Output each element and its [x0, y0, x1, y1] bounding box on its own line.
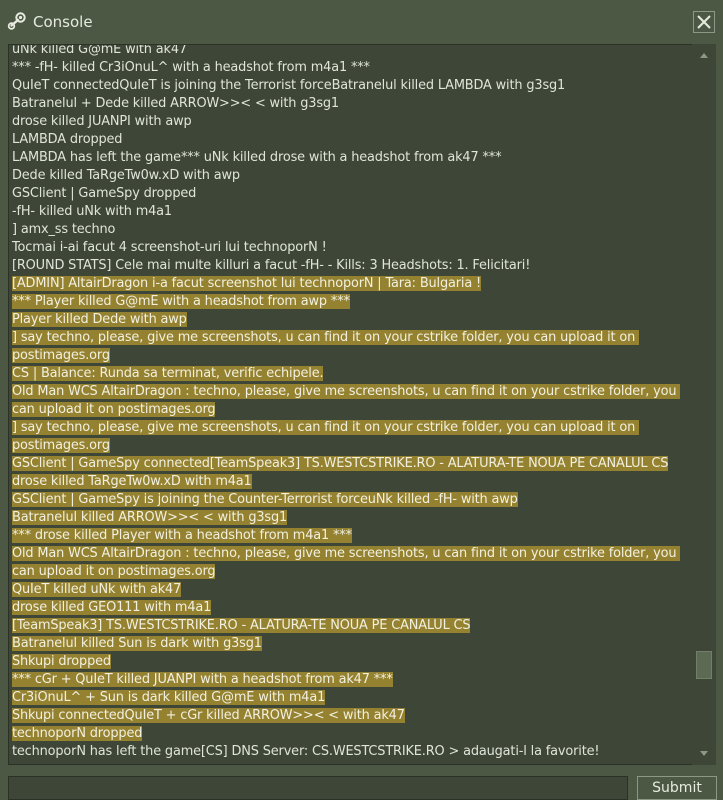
submit-button[interactable]: Submit: [637, 776, 717, 800]
log-line-text: Shkupi connectedQuIeT + cGr killed ARROW…: [12, 708, 405, 723]
window-title: Console: [33, 13, 93, 31]
log-line: CS | Balance: Runda sa terminat, verific…: [12, 365, 692, 383]
log-line-text: drose killed GEO111 with m4a1: [12, 600, 212, 615]
scroll-thumb[interactable]: [696, 651, 712, 679]
close-icon: [697, 15, 711, 29]
log-line-text: ] amx_ss techno: [12, 222, 116, 237]
log-line-text: drose killed TaRgeTw0w.xD with m4a1: [12, 474, 252, 489]
log-line: drose killed GEO111 with m4a1: [12, 599, 692, 617]
log-line: GSClient | GameSpy connected[TeamSpeak3]…: [12, 455, 692, 473]
log-line: *** -fH- killed Cr3iOnuL^ with a headsho…: [12, 59, 692, 77]
console-log-lines: uNk killed G@mE with ak47 *** -fH- killed…: [12, 44, 692, 761]
scroll-up-button[interactable]: [692, 44, 716, 66]
log-line: *** cGr + QuIeT killed JUANPI with a hea…: [12, 671, 692, 689]
log-line: Batranelul killed Sun is dark with g3sg1: [12, 635, 692, 653]
log-line-text: Batranelul killed ARROW>>< < with g3sg1: [12, 510, 288, 525]
log-line: drose killed TaRgeTw0w.xD with m4a1: [12, 473, 692, 491]
log-line: Shkupi connectedQuIeT + cGr killed ARROW…: [12, 707, 692, 725]
log-line: Shkupi dropped: [12, 653, 692, 671]
log-line-text: QuIeT killed uNk with ak47: [12, 582, 182, 597]
log-line-text: GSClient | GameSpy dropped: [12, 186, 197, 201]
log-line-text: ] say techno, please, give me screenshot…: [12, 330, 640, 363]
log-line-text: Batranelul + Dede killed ARROW>>< < with…: [12, 96, 339, 111]
log-line: LAMBDA has left the game*** uNk killed d…: [12, 149, 692, 167]
log-line: [ADMIN] AltairDragon i-a facut screensho…: [12, 275, 692, 293]
log-line: Old Man WCS AltairDragon : techno, pleas…: [12, 383, 692, 419]
close-button[interactable]: [693, 11, 715, 33]
log-line-text: Old Man WCS AltairDragon : techno, pleas…: [12, 384, 681, 417]
log-line: [TeamSpeak3] TS.WESTCSTRIKE.RO - ALATURA…: [12, 617, 692, 635]
log-line-text: LAMBDA dropped: [12, 132, 123, 147]
log-line-text: drose killed JUANPI with awp: [12, 114, 192, 129]
log-scrollbar[interactable]: [692, 44, 716, 765]
log-line-text: technoporN has left the game[CS] DNS Ser…: [12, 744, 600, 759]
log-line: Player killed Dede with awp: [12, 311, 692, 329]
log-line-text: GSClient | GameSpy is joining the Counte…: [12, 492, 518, 507]
log-line-text: ] say techno, please, give me screenshot…: [12, 420, 640, 453]
log-line-text: CS | Balance: Runda sa terminat, verific…: [12, 366, 324, 381]
log-line-text: Old Man WCS AltairDragon : techno, pleas…: [12, 546, 681, 579]
log-line-text: Player killed Dede with awp: [12, 312, 187, 327]
log-line: technoporN has left the game[CS] DNS Ser…: [12, 743, 692, 761]
log-line: ] amx_ss techno: [12, 221, 692, 239]
log-line-text: technoporN dropped: [12, 726, 143, 741]
arrow-up-icon: [700, 53, 708, 58]
log-line: ] say techno, please, give me screenshot…: [12, 419, 692, 455]
log-line: Old Man WCS AltairDragon : techno, pleas…: [12, 545, 692, 581]
log-line-text: [ROUND STATS] Cele mai multe killuri a f…: [12, 258, 531, 273]
log-line: Cr3iOnuL^ + Sun is dark killed G@mE with…: [12, 689, 692, 707]
log-line-text: QuIeT connectedQuIeT is joining the Terr…: [12, 78, 566, 93]
log-line: uNk killed G@mE with ak47: [12, 44, 692, 59]
command-input[interactable]: [8, 776, 628, 800]
log-line-text: *** drose killed Player with a headshot …: [12, 528, 352, 543]
log-line: Dede killed TaRgeTw0w.xD with awp: [12, 167, 692, 185]
log-line-text: Dede killed TaRgeTw0w.xD with awp: [12, 168, 240, 183]
log-line: Batranelul killed ARROW>>< < with g3sg1: [12, 509, 692, 527]
log-line-text: *** Player killed G@mE with a headshot f…: [12, 294, 350, 309]
log-line: [ROUND STATS] Cele mai multe killuri a f…: [12, 257, 692, 275]
log-line-text: [ADMIN] AltairDragon i-a facut screensho…: [12, 276, 482, 291]
log-line-text: Batranelul killed Sun is dark with g3sg1: [12, 636, 262, 651]
log-line: technoporN dropped: [12, 725, 692, 743]
log-line: QuIeT connectedQuIeT is joining the Terr…: [12, 77, 692, 95]
log-line-text: LAMBDA has left the game*** uNk killed d…: [12, 150, 502, 165]
log-line-text: *** cGr + QuIeT killed JUANPI with a hea…: [12, 672, 393, 687]
scroll-down-button[interactable]: [692, 743, 716, 765]
log-line-text: Cr3iOnuL^ + Sun is dark killed G@mE with…: [12, 690, 326, 705]
log-line: -fH- killed uNk with m4a1: [12, 203, 692, 221]
arrow-down-icon: [700, 751, 708, 756]
steam-icon: [7, 11, 27, 31]
log-line: drose killed JUANPI with awp: [12, 113, 692, 131]
scroll-track[interactable]: [696, 68, 712, 741]
log-line: Tocmai i-ai facut 4 screenshot-uri lui t…: [12, 239, 692, 257]
log-line: LAMBDA dropped: [12, 131, 692, 149]
log-line: QuIeT killed uNk with ak47: [12, 581, 692, 599]
log-line: GSClient | GameSpy is joining the Counte…: [12, 491, 692, 509]
log-line-text: GSClient | GameSpy connected[TeamSpeak3]…: [12, 456, 669, 471]
log-line-text: Tocmai i-ai facut 4 screenshot-uri lui t…: [12, 240, 327, 255]
log-line-text: Shkupi dropped: [12, 654, 111, 669]
log-line-text: -fH- killed uNk with m4a1: [12, 204, 172, 219]
log-line: GSClient | GameSpy dropped: [12, 185, 692, 203]
log-line-text: *** -fH- killed Cr3iOnuL^ with a headsho…: [12, 60, 370, 75]
log-line: *** drose killed Player with a headshot …: [12, 527, 692, 545]
log-line: ] say techno, please, give me screenshot…: [12, 329, 692, 365]
console-log[interactable]: uNk killed G@mE with ak47 *** -fH- killed…: [8, 44, 716, 765]
title-bar[interactable]: Console: [0, 0, 723, 42]
log-line-text: [TeamSpeak3] TS.WESTCSTRIKE.RO - ALATURA…: [12, 618, 471, 633]
log-line: Batranelul + Dede killed ARROW>>< < with…: [12, 95, 692, 113]
log-line: *** Player killed G@mE with a headshot f…: [12, 293, 692, 311]
log-line-text: uNk killed G@mE with ak47: [12, 44, 187, 57]
